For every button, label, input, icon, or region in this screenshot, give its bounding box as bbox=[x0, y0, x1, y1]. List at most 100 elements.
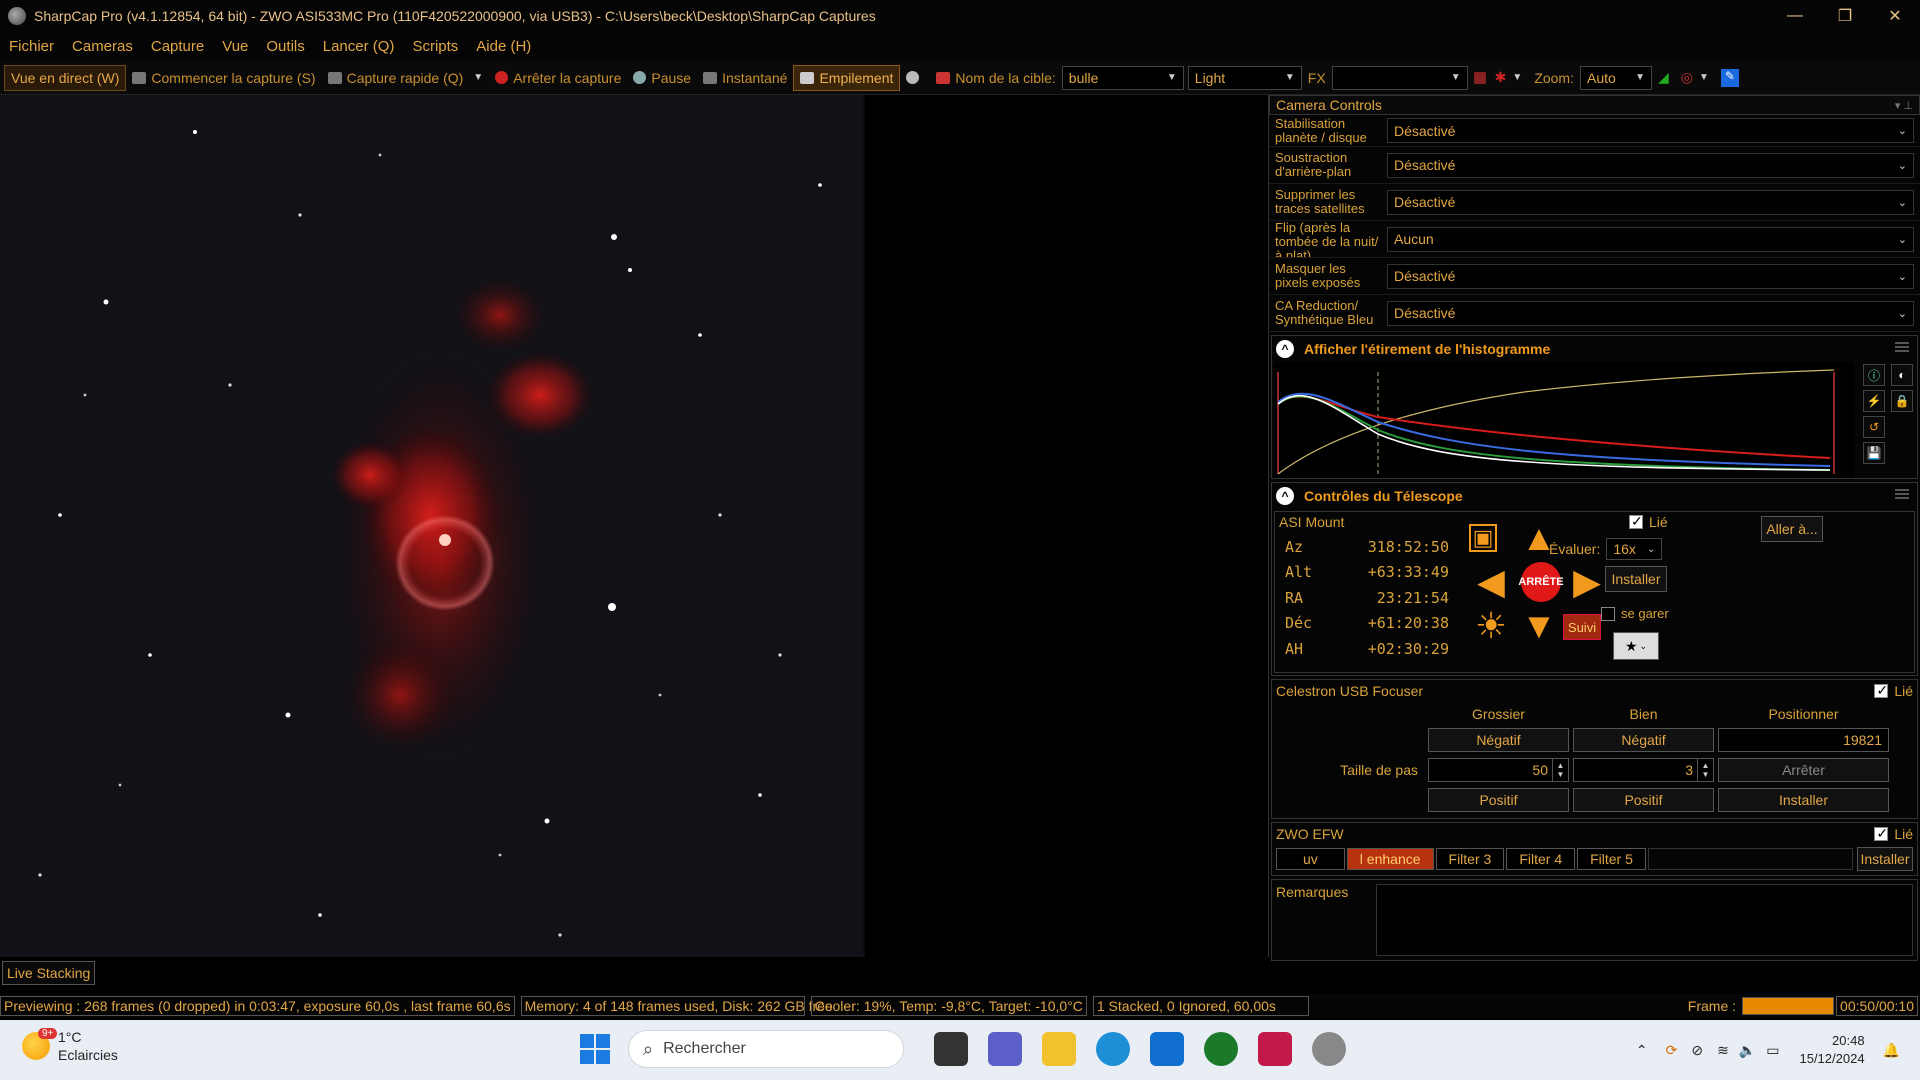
network-off-icon[interactable]: ⊘ bbox=[1691, 1042, 1703, 1059]
edge-icon[interactable] bbox=[1096, 1032, 1130, 1066]
remarks-input[interactable] bbox=[1376, 884, 1913, 956]
astro-app-icon[interactable] bbox=[1258, 1032, 1292, 1066]
menu-help[interactable]: Aide (H) bbox=[467, 38, 540, 55]
weather-widget[interactable]: 9+ 1°C Eclaircies bbox=[22, 1028, 118, 1064]
info-icon[interactable]: ⓘ bbox=[1863, 364, 1885, 386]
minimize-button[interactable]: — bbox=[1770, 7, 1820, 25]
snapshot-button[interactable]: Instantané bbox=[697, 65, 793, 91]
notifications-icon[interactable]: 🔔 bbox=[1883, 1042, 1900, 1059]
ca-reduction-select[interactable]: Désactivé ⌄ bbox=[1387, 300, 1914, 326]
battery-icon[interactable]: ▭ bbox=[1766, 1042, 1779, 1059]
save-icon[interactable]: 💾 bbox=[1863, 442, 1885, 464]
focuser-linked-checkbox[interactable]: Lié bbox=[1874, 682, 1913, 699]
chevron-up-icon[interactable]: ^ bbox=[1276, 487, 1294, 505]
wifi-icon[interactable]: ≋ bbox=[1717, 1042, 1729, 1059]
west-arrow-button[interactable]: ◀ bbox=[1471, 562, 1511, 602]
filter-tab-uv[interactable]: uv bbox=[1276, 848, 1345, 870]
coarse-negative-button[interactable]: Négatif bbox=[1428, 728, 1569, 752]
camera-image-view[interactable] bbox=[0, 95, 865, 957]
menu-tools[interactable]: Outils bbox=[257, 38, 313, 55]
efw-install-button[interactable]: Installer bbox=[1857, 847, 1913, 871]
live-view-button[interactable]: Vue en direct (W) bbox=[4, 64, 127, 91]
sync-icon[interactable]: ⟳ bbox=[1666, 1042, 1678, 1059]
menu-cameras[interactable]: Cameras bbox=[63, 38, 142, 55]
coarse-step-spinner[interactable]: 50 ▲ ▼ bbox=[1428, 758, 1569, 782]
close-button[interactable]: ✕ bbox=[1870, 6, 1920, 26]
brightness-button[interactable] bbox=[900, 65, 930, 91]
background-subtraction-select[interactable]: Désactivé ⌄ bbox=[1387, 152, 1914, 178]
mask-exposed-pixels-select[interactable]: Désactivé ⌄ bbox=[1387, 263, 1914, 289]
spiral-search-icon[interactable]: ▣ bbox=[1469, 524, 1497, 552]
focuser-install-button[interactable]: Installer bbox=[1718, 788, 1889, 812]
position-field[interactable]: 19821 bbox=[1718, 728, 1889, 752]
pause-button[interactable]: Pause bbox=[627, 65, 697, 91]
star-select[interactable]: ★ ⌄ bbox=[1613, 632, 1659, 660]
fine-negative-button[interactable]: Négatif bbox=[1573, 728, 1714, 752]
east-arrow-button[interactable]: ▶ bbox=[1567, 562, 1607, 602]
target-name-select[interactable]: bulle ▼ bbox=[1061, 65, 1184, 90]
taskbar-search[interactable]: ⌕ Rechercher bbox=[628, 1030, 904, 1068]
filter-tab-4[interactable]: Filter 4 bbox=[1506, 848, 1576, 870]
goto-button[interactable]: Aller à... bbox=[1761, 516, 1823, 542]
coarse-positive-button[interactable]: Positif bbox=[1428, 788, 1569, 812]
task-view-icon[interactable] bbox=[934, 1032, 968, 1066]
frame-type-select[interactable]: Light ▼ bbox=[1187, 65, 1302, 90]
rate-select[interactable]: 16x ⌄ bbox=[1606, 538, 1663, 560]
menu-run[interactable]: Lancer (Q) bbox=[314, 38, 404, 55]
sharpcap-taskbar-icon[interactable] bbox=[1312, 1032, 1346, 1066]
histogram-plot[interactable]: ⓘ ◐ ⚡ 🔒 ↺ 💾 bbox=[1272, 362, 1917, 478]
menu-file[interactable]: Fichier bbox=[0, 38, 63, 55]
menu-view[interactable]: Vue bbox=[213, 38, 257, 55]
quick-capture-button[interactable]: Capture rapide (Q) ▼ bbox=[322, 65, 490, 91]
windows-start-icon[interactable] bbox=[580, 1034, 610, 1064]
polar-align-button[interactable]: ✎ bbox=[1715, 65, 1745, 91]
histogram-header[interactable]: ^ Afficher l'étirement de l'histogramme bbox=[1272, 336, 1917, 362]
fine-step-spinner[interactable]: 3 ▲ ▼ bbox=[1573, 758, 1714, 782]
menu-icon[interactable] bbox=[1895, 342, 1909, 352]
park-checkbox[interactable]: se garer bbox=[1601, 606, 1669, 621]
teams-icon[interactable] bbox=[988, 1032, 1022, 1066]
focuser-stop-button[interactable]: Arrêter bbox=[1718, 758, 1889, 782]
clock[interactable]: 20:48 15/12/2024 bbox=[1799, 1032, 1864, 1068]
south-arrow-button[interactable]: ▼ bbox=[1519, 606, 1559, 646]
live-stacking-tab[interactable]: Live Stacking bbox=[2, 961, 96, 985]
stacking-button[interactable]: Empilement bbox=[793, 64, 901, 91]
reset-icon[interactable]: ↺ bbox=[1863, 416, 1885, 438]
file-explorer-icon[interactable] bbox=[1042, 1032, 1076, 1066]
mount-install-button[interactable]: Installer bbox=[1605, 566, 1667, 592]
contrast-icon[interactable]: ◐ bbox=[1891, 364, 1913, 386]
sun-icon[interactable]: ☀ bbox=[1471, 606, 1511, 646]
satellite-trails-select[interactable]: Désactivé ⌄ bbox=[1387, 189, 1914, 215]
efw-linked-checkbox[interactable]: Lié bbox=[1874, 825, 1913, 842]
fx-select[interactable]: ▼ bbox=[1331, 65, 1468, 90]
histogram-toggle-button[interactable]: ◢ bbox=[1652, 65, 1675, 91]
focus-assist-button[interactable]: ◎ ▼ bbox=[1675, 65, 1715, 91]
tracking-button[interactable]: Suivi bbox=[1563, 614, 1601, 640]
stop-capture-button[interactable]: Arrêter la capture bbox=[489, 65, 627, 91]
mount-linked-checkbox[interactable]: Lié bbox=[1629, 513, 1668, 530]
reticle-button[interactable]: ✱ ▼ bbox=[1468, 65, 1529, 91]
chevron-up-icon[interactable]: ⌃ bbox=[1636, 1042, 1648, 1059]
volume-icon[interactable]: 🔈 bbox=[1739, 1042, 1756, 1059]
store-icon[interactable] bbox=[1150, 1032, 1184, 1066]
start-capture-button[interactable]: Commencer la capture (S) bbox=[126, 65, 321, 91]
menu-scripts[interactable]: Scripts bbox=[403, 38, 467, 55]
pin-icon[interactable]: ▾ ⊥ bbox=[1895, 99, 1913, 112]
spin-arrows-icon[interactable]: ▲ ▼ bbox=[1697, 759, 1713, 781]
maximize-button[interactable]: ❐ bbox=[1820, 6, 1870, 26]
filter-tab-3[interactable]: Filter 3 bbox=[1435, 848, 1505, 870]
filter-tab-5[interactable]: Filter 5 bbox=[1577, 848, 1646, 870]
zoom-select[interactable]: Auto ▼ bbox=[1580, 65, 1652, 90]
phd2-icon[interactable] bbox=[1204, 1032, 1238, 1066]
lightning-icon[interactable]: ⚡ bbox=[1863, 390, 1885, 412]
flip-select[interactable]: Aucun ⌄ bbox=[1387, 226, 1914, 252]
filter-tab-l-enhance[interactable]: l enhance bbox=[1346, 848, 1434, 870]
chevron-up-icon[interactable]: ^ bbox=[1276, 340, 1294, 358]
telescope-header[interactable]: ^ Contrôles du Télescope bbox=[1272, 483, 1917, 509]
menu-capture[interactable]: Capture bbox=[142, 38, 213, 55]
fine-positive-button[interactable]: Positif bbox=[1573, 788, 1714, 812]
menu-icon[interactable] bbox=[1895, 489, 1909, 499]
spin-arrows-icon[interactable]: ▲ ▼ bbox=[1552, 759, 1568, 781]
lock-icon[interactable]: 🔒 bbox=[1891, 390, 1913, 412]
stop-mount-button[interactable]: ARRÊTE bbox=[1518, 562, 1564, 602]
